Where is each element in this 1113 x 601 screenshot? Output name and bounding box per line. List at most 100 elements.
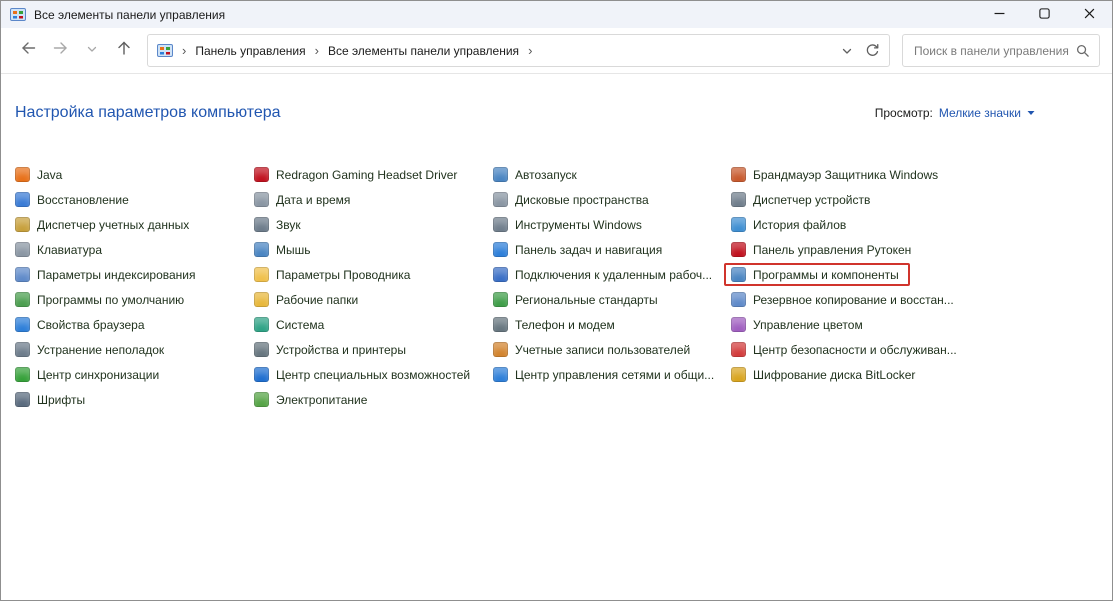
- cp-item-mouse[interactable]: Мышь: [254, 237, 493, 262]
- power-options-icon: [254, 392, 269, 407]
- cp-item-label: Центр синхронизации: [37, 368, 159, 382]
- java-icon: [15, 167, 30, 182]
- cp-item-color-management[interactable]: Управление цветом: [731, 312, 957, 337]
- cp-item-recovery[interactable]: Восстановление: [15, 187, 254, 212]
- cp-item-backup-restore[interactable]: Резервное копирование и восстан...: [731, 287, 957, 312]
- control-panel-window: Все элементы панели управления: [0, 0, 1113, 601]
- back-button[interactable]: [13, 36, 43, 66]
- cp-item-fonts[interactable]: Шрифты: [15, 387, 254, 412]
- cp-item-label: Региональные стандарты: [515, 293, 658, 307]
- cp-item-taskbar-navigation[interactable]: Панель задач и навигация: [493, 237, 731, 262]
- cp-item-bitlocker[interactable]: Шифрование диска BitLocker: [731, 362, 957, 387]
- cp-item-work-folders[interactable]: Рабочие папки: [254, 287, 493, 312]
- recovery-icon: [15, 192, 30, 207]
- toolbar: › Панель управления › Все элементы панел…: [1, 28, 1112, 74]
- cp-item-label: Электропитание: [276, 393, 367, 407]
- sound-icon: [254, 217, 269, 232]
- network-sharing-icon: [493, 367, 508, 382]
- mouse-icon: [254, 242, 269, 257]
- cp-item-label: Восстановление: [37, 193, 129, 207]
- cp-item-label: Свойства браузера: [37, 318, 145, 332]
- cp-item-phone-modem[interactable]: Телефон и модем: [493, 312, 731, 337]
- user-accounts-icon: [493, 342, 508, 357]
- cp-item-label: Мышь: [276, 243, 311, 257]
- cp-item-remote-desktop[interactable]: Подключения к удаленным рабоч...: [493, 262, 731, 287]
- troubleshooting-icon: [15, 342, 30, 357]
- storage-spaces-icon: [493, 192, 508, 207]
- cp-item-rutoken[interactable]: Панель управления Рутокен: [731, 237, 957, 262]
- cp-item-label: Шрифты: [37, 393, 85, 407]
- cp-item-label: Учетные записи пользователей: [515, 343, 690, 357]
- cp-item-indexing-options[interactable]: Параметры индексирования: [15, 262, 254, 287]
- cp-item-label: Управление цветом: [753, 318, 863, 332]
- forward-arrow-icon: [52, 40, 69, 61]
- cp-item-internet-options[interactable]: Свойства браузера: [15, 312, 254, 337]
- cp-item-sound[interactable]: Звук: [254, 212, 493, 237]
- search-icon[interactable]: [1075, 43, 1090, 58]
- cp-item-storage-spaces[interactable]: Дисковые пространства: [493, 187, 731, 212]
- view-value-dropdown[interactable]: Мелкие значки: [939, 106, 1036, 120]
- cp-item-windows-firewall[interactable]: Брандмауэр Защитника Windows: [731, 162, 957, 187]
- cp-item-system[interactable]: Система: [254, 312, 493, 337]
- keyboard-icon: [15, 242, 30, 257]
- minimize-button[interactable]: [977, 1, 1022, 28]
- breadcrumb-all-items[interactable]: Все элементы панели управления: [326, 41, 521, 61]
- refresh-button[interactable]: [865, 43, 880, 58]
- cp-item-keyboard[interactable]: Клавиатура: [15, 237, 254, 262]
- cp-item-troubleshooting[interactable]: Устранение неполадок: [15, 337, 254, 362]
- titlebar: Все элементы панели управления: [1, 1, 1112, 28]
- column-1: Java Восстановление Диспетчер учетных да…: [15, 162, 254, 412]
- cp-item-label: Диспетчер устройств: [753, 193, 870, 207]
- cp-item-device-manager[interactable]: Диспетчер устройств: [731, 187, 957, 212]
- indexing-options-icon: [15, 267, 30, 282]
- column-3: Автозапуск Дисковые пространства Инструм…: [493, 162, 731, 412]
- device-manager-icon: [731, 192, 746, 207]
- cp-item-security-maintenance[interactable]: Центр безопасности и обслуживан...: [731, 337, 957, 362]
- cp-item-explorer-options[interactable]: Параметры Проводника: [254, 262, 493, 287]
- cp-item-region[interactable]: Региональные стандарты: [493, 287, 731, 312]
- cp-item-label: Дата и время: [276, 193, 350, 207]
- cp-item-ease-of-access[interactable]: Центр специальных возможностей: [254, 362, 493, 387]
- cp-item-label: Центр безопасности и обслуживан...: [753, 343, 957, 357]
- windows-firewall-icon: [731, 167, 746, 182]
- cp-item-label: Резервное копирование и восстан...: [753, 293, 954, 307]
- chevron-down-icon: [86, 42, 98, 60]
- recent-pages-button[interactable]: [77, 36, 107, 66]
- cp-item-sync-center[interactable]: Центр синхронизации: [15, 362, 254, 387]
- cp-item-date-time[interactable]: Дата и время: [254, 187, 493, 212]
- cp-item-java[interactable]: Java: [15, 162, 254, 187]
- cp-item-programs-features[interactable]: Программы и компоненты: [731, 262, 957, 287]
- view-label: Просмотр:: [875, 106, 933, 120]
- cp-item-label: Параметры индексирования: [37, 268, 195, 282]
- cp-item-windows-tools[interactable]: Инструменты Windows: [493, 212, 731, 237]
- close-button[interactable]: [1067, 1, 1112, 28]
- address-dropdown-button[interactable]: [841, 45, 853, 57]
- cp-item-redragon-driver[interactable]: Redragon Gaming Headset Driver: [254, 162, 493, 187]
- internet-options-icon: [15, 317, 30, 332]
- cp-item-file-history[interactable]: История файлов: [731, 212, 957, 237]
- rutoken-icon: [731, 242, 746, 257]
- cp-item-power-options[interactable]: Электропитание: [254, 387, 493, 412]
- sync-center-icon: [15, 367, 30, 382]
- up-button[interactable]: [109, 36, 139, 66]
- cp-item-label: Подключения к удаленным рабоч...: [515, 268, 712, 282]
- forward-button[interactable]: [45, 36, 75, 66]
- cp-item-label: Рабочие папки: [276, 293, 358, 307]
- breadcrumb-separator: ›: [308, 43, 326, 58]
- cp-item-devices-printers[interactable]: Устройства и принтеры: [254, 337, 493, 362]
- cp-item-label: Параметры Проводника: [276, 268, 410, 282]
- cp-item-user-accounts[interactable]: Учетные записи пользователей: [493, 337, 731, 362]
- cp-item-label: Программы по умолчанию: [37, 293, 184, 307]
- system-icon: [254, 317, 269, 332]
- cp-item-default-programs[interactable]: Программы по умолчанию: [15, 287, 254, 312]
- search-input[interactable]: [912, 43, 1075, 59]
- breadcrumb-control-panel[interactable]: Панель управления: [193, 41, 307, 61]
- maximize-icon: [1039, 6, 1050, 24]
- cp-item-autoplay[interactable]: Автозапуск: [493, 162, 731, 187]
- cp-item-network-sharing[interactable]: Центр управления сетями и общи...: [493, 362, 731, 387]
- maximize-button[interactable]: [1022, 1, 1067, 28]
- cp-item-label: Система: [276, 318, 324, 332]
- address-bar[interactable]: › Панель управления › Все элементы панел…: [147, 34, 890, 67]
- control-panel-items-grid: Java Восстановление Диспетчер учетных да…: [15, 162, 1064, 412]
- cp-item-credential-manager[interactable]: Диспетчер учетных данных: [15, 212, 254, 237]
